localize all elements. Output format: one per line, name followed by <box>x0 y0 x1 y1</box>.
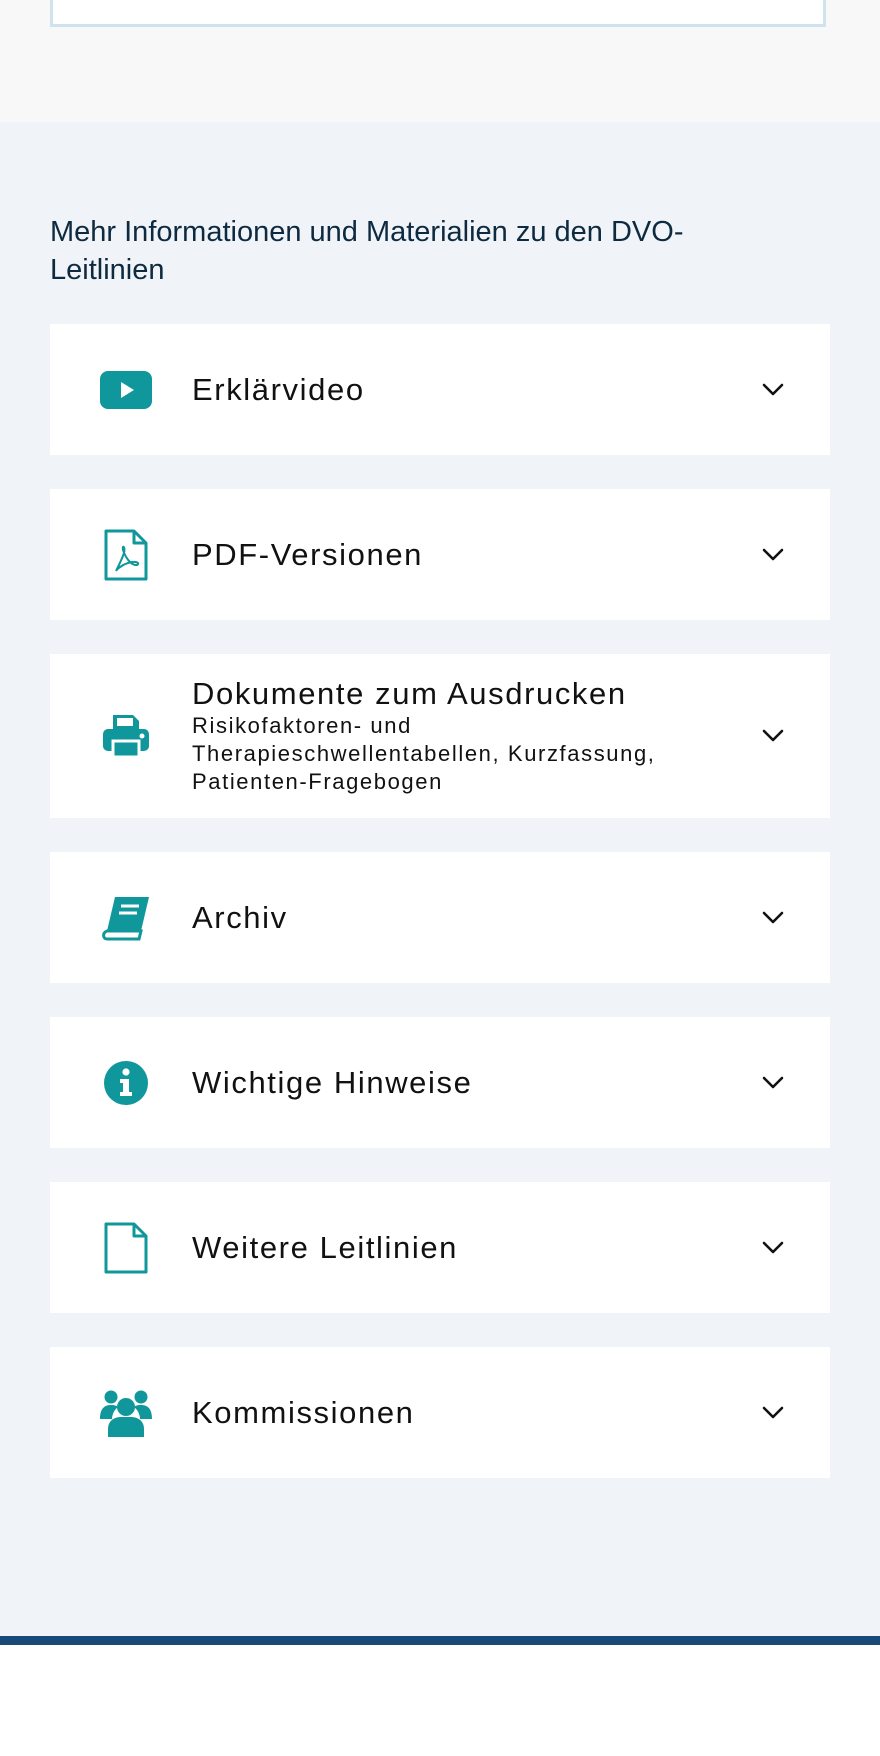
more-information-section: Mehr Informationen und Materialien zu de… <box>0 122 880 1636</box>
accordion-archiv[interactable]: Archiv <box>50 852 830 983</box>
footer <box>0 1645 880 1756</box>
file-icon <box>98 1222 154 1273</box>
chevron-down-icon <box>762 1241 784 1253</box>
chevron-down-icon <box>762 1406 784 1418</box>
chevron-down-icon <box>762 548 784 560</box>
accordion-dokumente-zum-ausdrucken[interactable]: Dokumente zum Ausdrucken Risikofaktoren-… <box>50 654 830 818</box>
footer-top-bar <box>0 1636 880 1645</box>
chevron-down-icon <box>762 911 784 923</box>
accordion-title: Dokumente zum Ausdrucken <box>192 676 627 711</box>
top-band <box>0 0 880 122</box>
accordion-erklaervideo[interactable]: Erklärvideo <box>50 324 830 455</box>
printer-icon <box>98 711 154 761</box>
accordion-title: Weitere Leitlinien <box>192 1229 459 1265</box>
accordion-pdf-versionen[interactable]: PDF-Versionen <box>50 489 830 620</box>
accordion-wichtige-hinweise[interactable]: Wichtige Hinweise <box>50 1017 830 1148</box>
pdf-file-icon <box>98 529 154 580</box>
youtube-play-icon <box>98 365 154 415</box>
chevron-down-icon <box>762 1076 784 1088</box>
chevron-down-icon <box>762 383 784 395</box>
accordion-kommissionen[interactable]: Kommissionen <box>50 1347 830 1478</box>
accordion-title: Kommissionen <box>192 1394 415 1430</box>
accordion-title: Archiv <box>192 899 288 935</box>
chevron-down-icon <box>762 729 784 742</box>
accordion-weitere-leitlinien[interactable]: Weitere Leitlinien <box>50 1182 830 1313</box>
accordion-title: PDF-Versionen <box>192 536 424 572</box>
accordion-title: Wichtige Hinweise <box>192 1064 473 1100</box>
book-icon <box>98 893 154 943</box>
info-circle-icon <box>98 1058 154 1108</box>
accordion-title: Erklärvideo <box>192 371 365 407</box>
accordion-subtitle: Risikofaktoren- und Therapieschwellentab… <box>192 713 656 794</box>
content-box-bottom-edge <box>50 0 826 27</box>
section-heading: Mehr Informationen und Materialien zu de… <box>50 216 684 286</box>
users-icon <box>98 1388 154 1438</box>
